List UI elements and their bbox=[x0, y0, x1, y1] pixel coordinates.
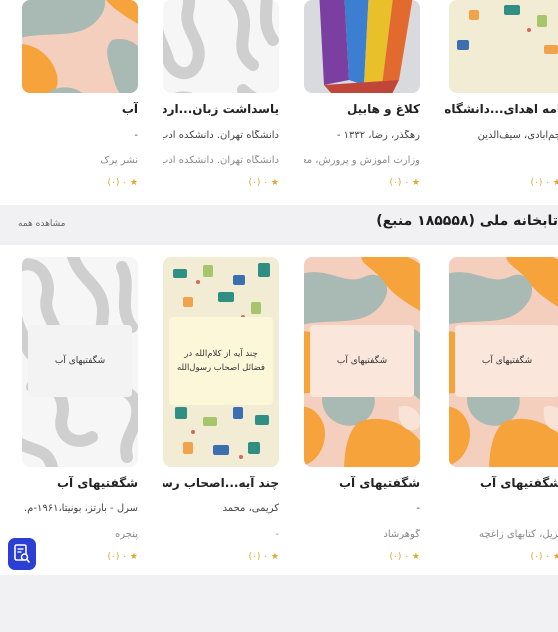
book-title[interactable]: آب bbox=[22, 102, 138, 116]
document-search-icon bbox=[14, 544, 30, 564]
book-cover[interactable]: شگفتیهای آب bbox=[449, 257, 558, 467]
book-author: سرل - بارتز، بونیتا،۱۹۶۱-م. bbox=[23, 503, 138, 514]
book-rating: (۰) ۰ ★ bbox=[107, 178, 138, 188]
book-rating: (۰) ۰ ★ bbox=[389, 552, 420, 562]
section-title: تابخانه ملی (۱۸۵۵۵۸ منبع) bbox=[376, 213, 558, 229]
document-search-button[interactable] bbox=[8, 538, 36, 570]
book-rating: (۰) ۰ ★ bbox=[248, 552, 279, 562]
book-rating: (۰) ۰ ★ bbox=[107, 552, 138, 562]
book-cover[interactable] bbox=[304, 0, 420, 93]
cover-title: چند آیه از کلام‌الله در فضائل اصحاب رسول… bbox=[169, 317, 273, 405]
recent-books-row: آب - نشر پرک (۰) ۰ ★ یاسداشت زبان...اردی… bbox=[0, 0, 558, 205]
book-card[interactable]: شگفتیهای آب شگفتیهای آب سرل - بارتز، بون… bbox=[22, 257, 138, 567]
book-publisher: وزارت آموزش و پرورش، معاو... bbox=[304, 155, 420, 166]
book-rating: (۰) ۰ ★ bbox=[530, 178, 558, 188]
book-author: - bbox=[134, 130, 138, 141]
book-publisher: - bbox=[275, 529, 279, 540]
book-publisher: نشر پرک bbox=[100, 155, 138, 166]
book-title[interactable]: کلاغ و هابیل bbox=[304, 102, 420, 116]
book-title[interactable]: چند آیه...اصحاب رسول‌ا... bbox=[163, 476, 279, 490]
book-title[interactable]: شگفتیهای آب bbox=[445, 476, 558, 490]
book-card[interactable]: آب - نشر پرک (۰) ۰ ★ bbox=[22, 0, 138, 200]
book-card[interactable]: شگفتیهای آب شگفتیهای آب بزیل، کتابهای زا… bbox=[445, 257, 558, 567]
book-cover[interactable]: چند آیه از کلام‌الله در فضائل اصحاب رسول… bbox=[163, 257, 279, 467]
book-author: دانشگاه تهران. دانشکده ادب... bbox=[163, 130, 279, 141]
book-author: - bbox=[416, 503, 420, 514]
cover-title: شگفتیهای آب bbox=[28, 325, 132, 397]
view-all-link[interactable]: مشاهده همه bbox=[18, 219, 65, 229]
book-cover[interactable] bbox=[22, 0, 138, 93]
book-author: جم‌آبادی، سیف‌الدین bbox=[477, 130, 558, 141]
book-cover[interactable]: شگفتیهای آب bbox=[22, 257, 138, 467]
book-author: رهگذر، رضا، ۱۳۳۲ - bbox=[336, 130, 420, 141]
book-card[interactable]: یاسداشت زبان...اردیبه... دانشگاه تهران. … bbox=[163, 0, 279, 200]
book-title[interactable]: شگفتیهای آب bbox=[304, 476, 420, 490]
book-card[interactable]: شگفتیهای آب شگفتیهای آب - گوهرشاد (۰) ۰ … bbox=[304, 257, 420, 567]
book-card[interactable]: چند آیه از کلام‌الله در فضائل اصحاب رسول… bbox=[163, 257, 279, 567]
book-card[interactable]: امه اهدای...دانشگاه ته... جم‌آبادی، سیف‌… bbox=[445, 0, 558, 200]
cover-title: شگفتیهای آب bbox=[455, 325, 558, 397]
book-title[interactable]: امه اهدای...دانشگاه ته... bbox=[445, 102, 558, 116]
book-cover[interactable] bbox=[163, 0, 279, 93]
book-cover[interactable]: شگفتیهای آب bbox=[304, 257, 420, 467]
book-card[interactable]: کلاغ و هابیل رهگذر، رضا، ۱۳۳۲ - وزارت آم… bbox=[304, 0, 420, 200]
book-rating: (۰) ۰ ★ bbox=[530, 552, 558, 562]
book-publisher: بزیل، کتابهای زاغچه bbox=[479, 529, 558, 540]
book-rating: (۰) ۰ ★ bbox=[248, 178, 279, 188]
book-publisher: پنجره bbox=[114, 529, 138, 540]
cover-title: شگفتیهای آب bbox=[310, 325, 414, 397]
book-publisher: گوهرشاد bbox=[383, 529, 420, 540]
book-author: کریمی، محمد bbox=[222, 503, 279, 514]
national-library-row: شگفتیهای آب شگفتیهای آب سرل - بارتز، بون… bbox=[0, 245, 558, 575]
book-rating: (۰) ۰ ★ bbox=[389, 178, 420, 188]
book-title[interactable]: یاسداشت زبان...اردیبه... bbox=[163, 102, 279, 116]
book-title[interactable]: شگفتیهای آب bbox=[22, 476, 138, 490]
book-publisher: دانشگاه تهران. دانشکده ادب... bbox=[163, 155, 279, 166]
book-cover[interactable] bbox=[449, 0, 558, 93]
